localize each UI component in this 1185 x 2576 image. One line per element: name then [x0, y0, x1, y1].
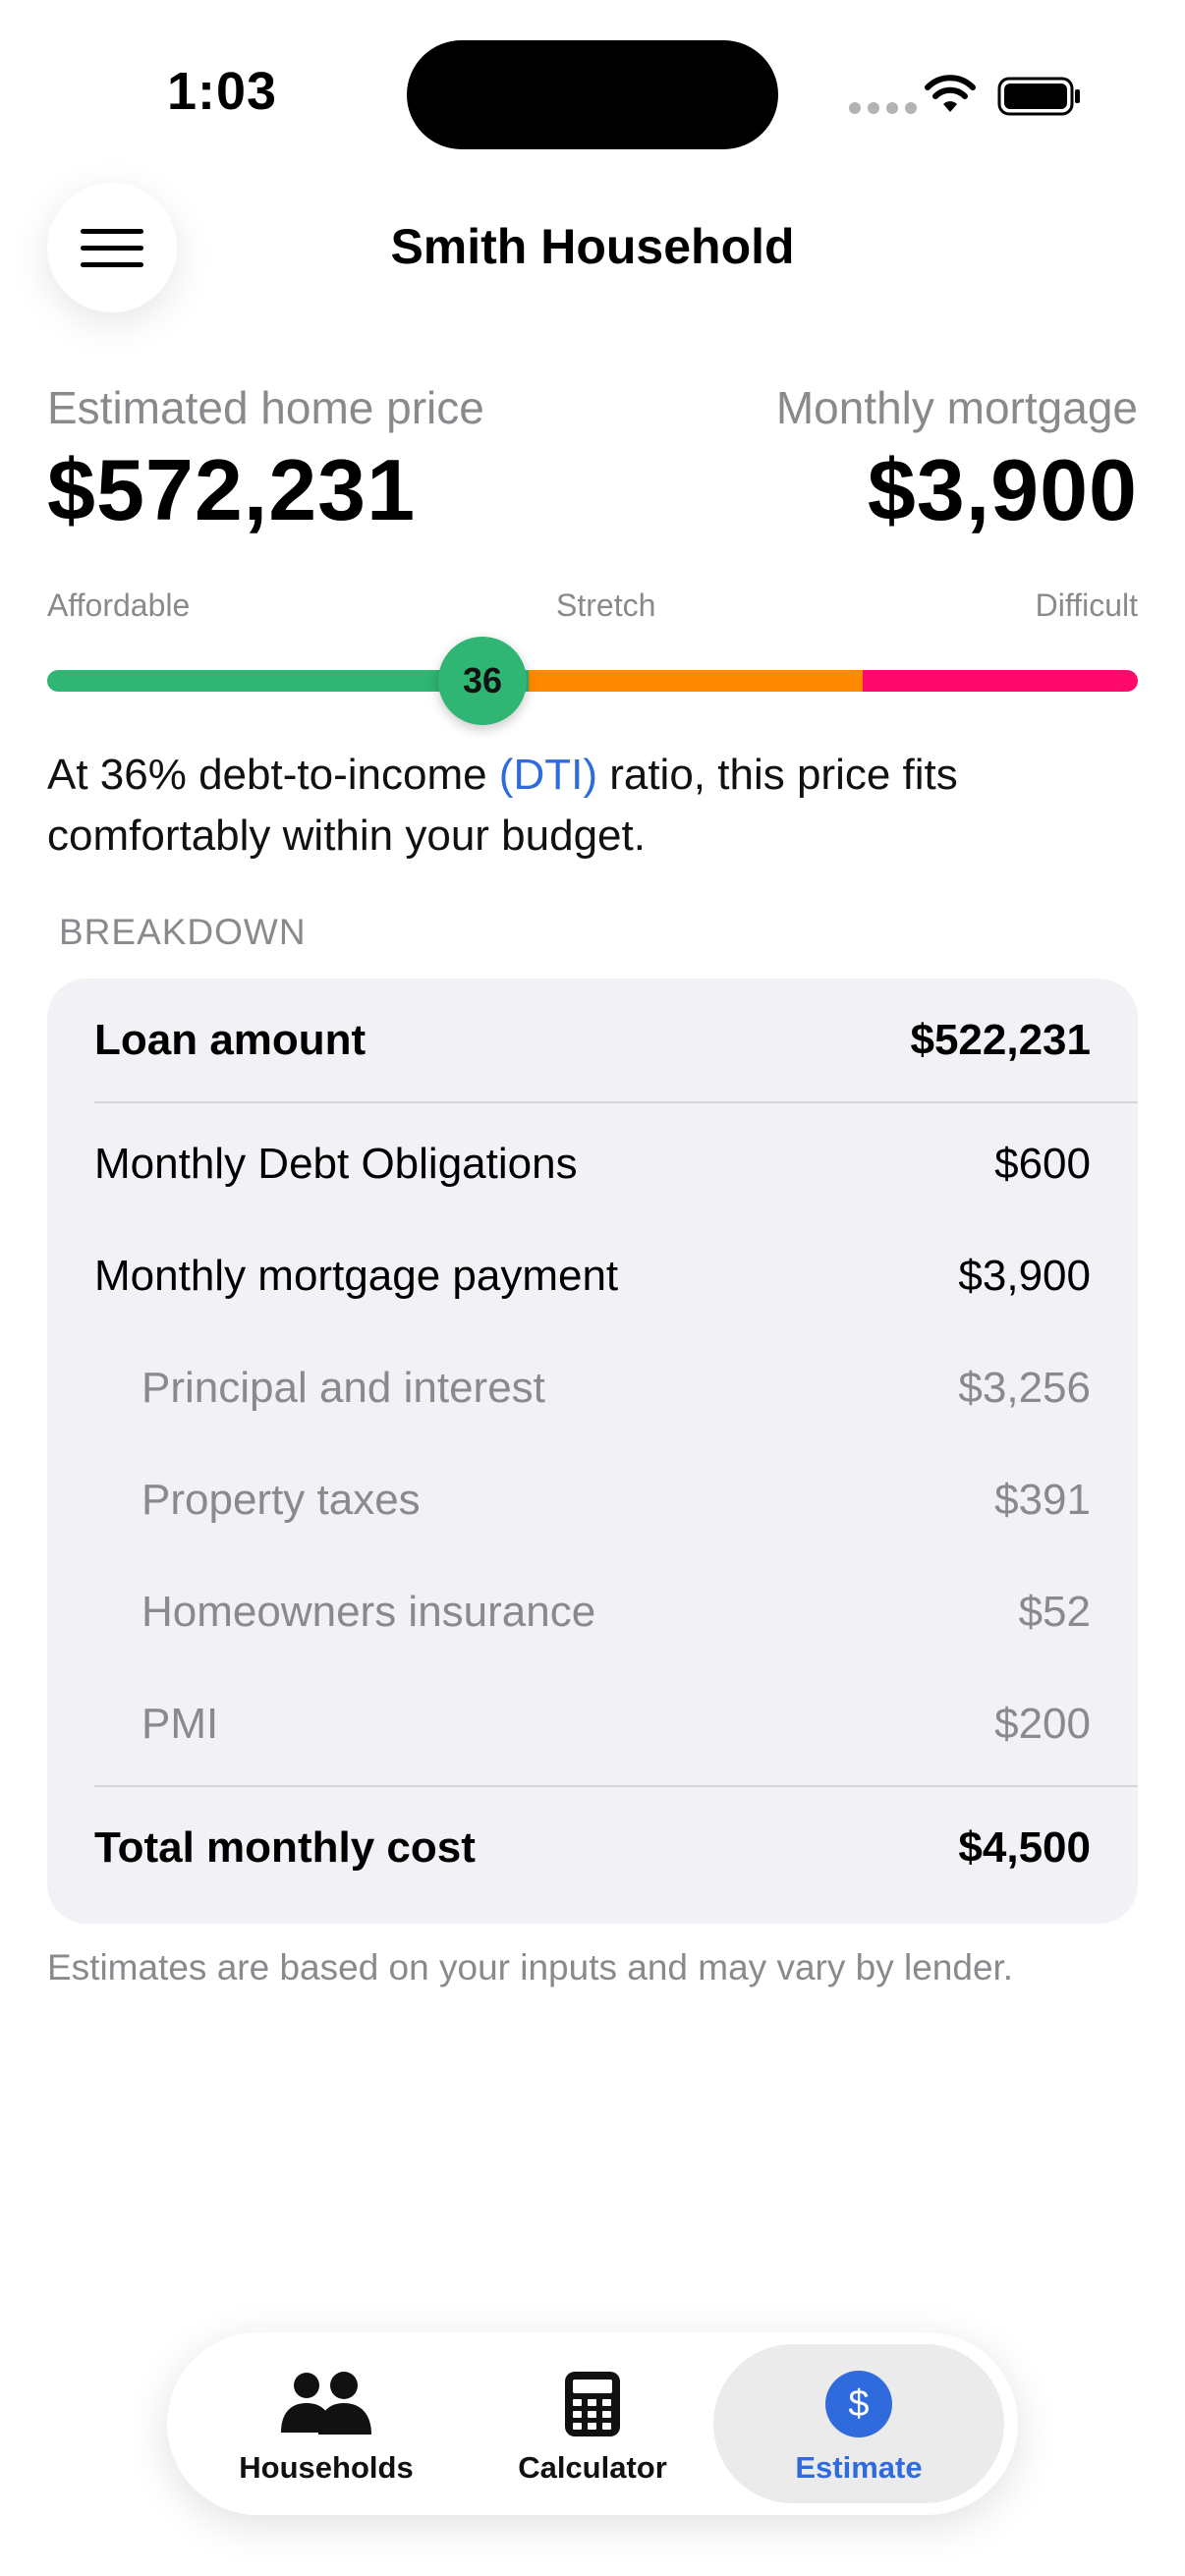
footnote: Estimates are based on your inputs and m…: [47, 1947, 1014, 1988]
row-label: Property taxes: [141, 1476, 421, 1524]
home-price-value: $572,231: [47, 441, 417, 538]
dollar-icon: $: [824, 2370, 893, 2438]
list-item: Homeowners insurance $52: [141, 1578, 1091, 1647]
dti-message: At 36% debt-to-income (DTI) ratio, this …: [47, 745, 1138, 867]
mortgage-label: Monthly mortgage: [775, 382, 1138, 433]
list-item: PMI $200: [141, 1690, 1091, 1759]
row-value: $52: [1018, 1588, 1091, 1636]
mortgage-value: $3,900: [867, 441, 1138, 538]
tab-label: Households: [239, 2450, 414, 2485]
row-label: Monthly Debt Obligations: [94, 1140, 578, 1188]
stretch-segment: [529, 670, 863, 692]
row-label: Homeowners insurance: [141, 1588, 596, 1636]
list-item: Monthly mortgage payment $3,900: [94, 1242, 1091, 1311]
row-label: Principal and interest: [141, 1364, 545, 1412]
scale-label-affordable: Affordable: [47, 588, 191, 623]
list-item: Monthly Debt Obligations $600: [94, 1130, 1091, 1199]
affordability-slider-track[interactable]: [47, 670, 1138, 692]
row-value: $600: [994, 1140, 1091, 1188]
list-item: Principal and interest $3,256: [141, 1354, 1091, 1423]
row-value: $200: [994, 1700, 1091, 1748]
list-item: Property taxes $391: [141, 1466, 1091, 1535]
tab-bar: Households Calculator $ Estimate: [167, 2332, 1018, 2515]
row-value: $391: [994, 1476, 1091, 1524]
dti-link[interactable]: (DTI): [499, 751, 597, 799]
divider: [94, 1785, 1138, 1787]
dynamic-island: [407, 40, 778, 149]
row-label: Loan amount: [94, 1016, 367, 1064]
tab-label: Calculator: [518, 2450, 667, 2485]
tab-estimate[interactable]: $ Estimate: [713, 2344, 1004, 2503]
scale-label-stretch: Stretch: [556, 588, 656, 623]
breakdown-card: Loan amount $522,231 Monthly Debt Obliga…: [47, 979, 1138, 1924]
screen: 1:03 Smith Household Estimated home pric…: [0, 0, 1185, 2576]
row-value: $4,500: [958, 1823, 1091, 1872]
svg-text:$: $: [848, 2383, 869, 2425]
status-time: 1:03: [167, 62, 278, 121]
home-price-label: Estimated home price: [47, 382, 484, 433]
divider: [94, 1101, 1138, 1103]
calculator-icon: [565, 2370, 620, 2438]
row-label: PMI: [141, 1700, 219, 1748]
tab-households[interactable]: Households: [181, 2344, 472, 2503]
row-value: $3,256: [958, 1364, 1091, 1412]
scale-label-difficult: Difficult: [1035, 588, 1138, 623]
row-label: Monthly mortgage payment: [94, 1252, 619, 1300]
tab-calculator[interactable]: Calculator: [447, 2344, 738, 2503]
tab-label: Estimate: [795, 2450, 923, 2485]
row-label: Total monthly cost: [94, 1823, 476, 1872]
breakdown-header: BREAKDOWN: [59, 912, 307, 952]
total-row: Total monthly cost $4,500: [94, 1814, 1091, 1882]
battery-icon: [997, 77, 1080, 116]
loan-amount-row: Loan amount $522,231: [94, 1006, 1091, 1075]
dti-slider-thumb[interactable]: 36: [438, 637, 527, 725]
page-title: Smith Household: [390, 219, 795, 274]
wifi-icon: [925, 75, 976, 112]
dti-message-prefix: At 36% debt-to-income: [47, 751, 499, 799]
row-value: $522,231: [910, 1016, 1091, 1064]
row-value: $3,900: [958, 1252, 1091, 1300]
people-icon: [279, 2370, 373, 2438]
difficult-segment: [863, 670, 1138, 692]
cellular-signal-icon: [849, 102, 917, 114]
